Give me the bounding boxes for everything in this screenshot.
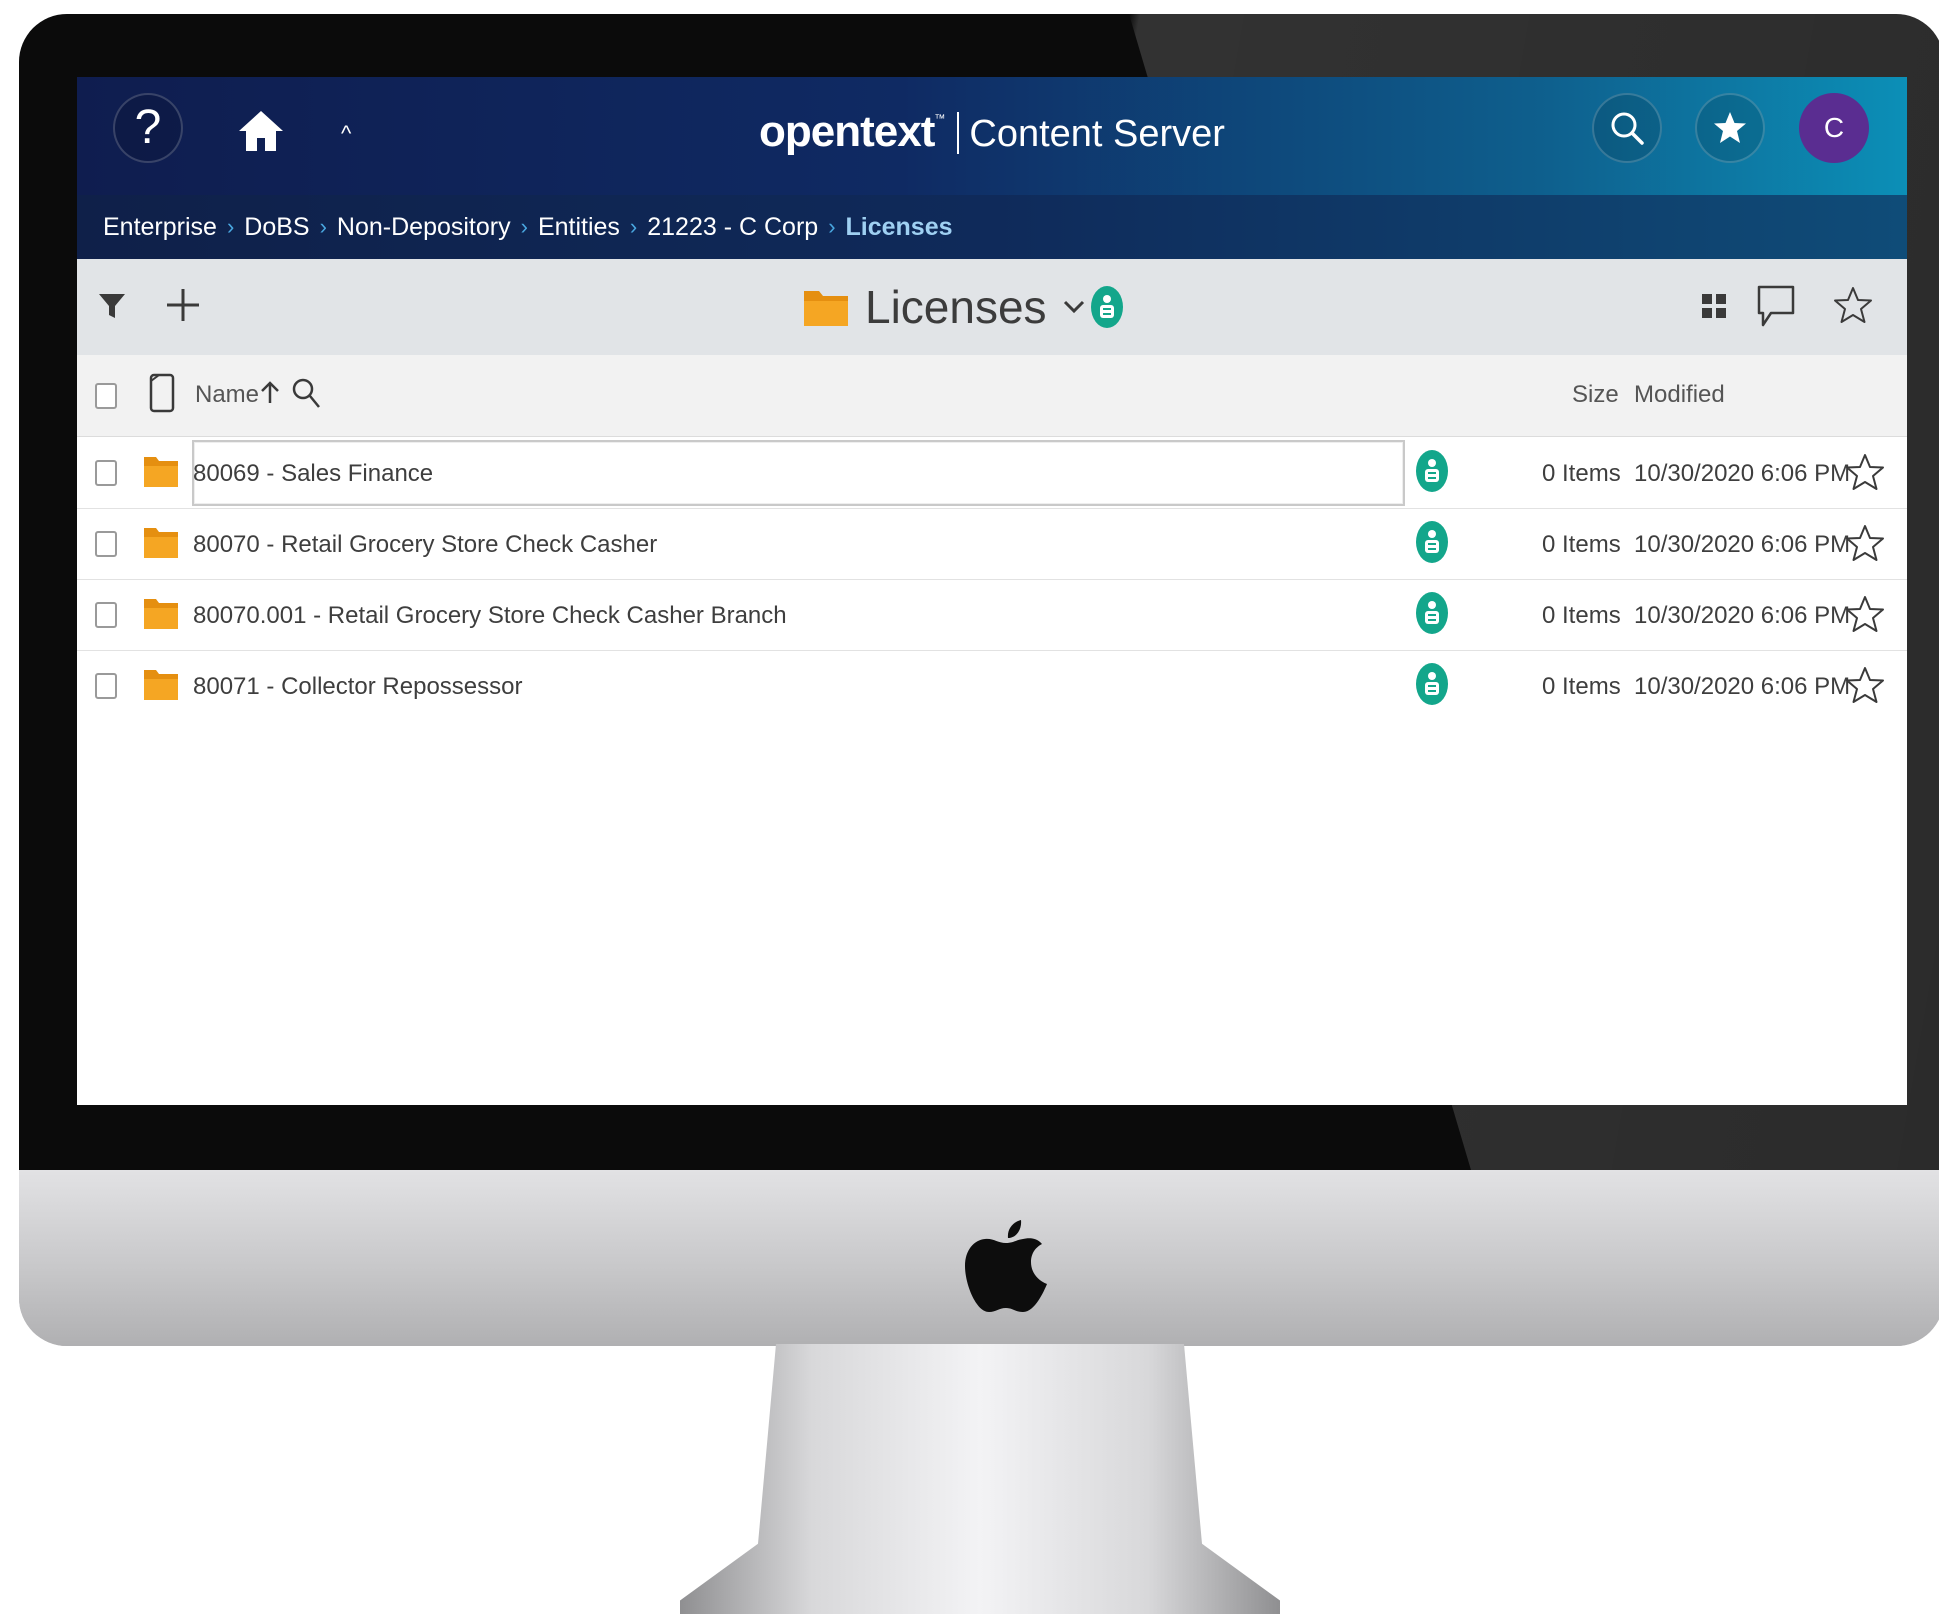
row-checkbox[interactable] [95, 602, 117, 628]
star-icon[interactable] [1845, 594, 1885, 634]
select-all-checkbox[interactable] [95, 383, 117, 409]
breadcrumb-separator-icon: › [629, 214, 638, 239]
product-name: Content Server [969, 113, 1225, 155]
breadcrumb-separator-icon: › [226, 214, 235, 239]
row-size: 0 Items [1542, 531, 1621, 558]
row-modified: 10/30/2020 6:06 PM [1634, 531, 1851, 558]
table-header: Name Size Modified [77, 355, 1907, 437]
folder-toolbar: Licenses [77, 259, 1907, 355]
logo-trademark: ™ [934, 113, 946, 125]
monitor-frame: ? ^ opentext™ Content Server C Enterpris… [19, 14, 1939, 1346]
filter-icon[interactable] [97, 291, 127, 321]
monitor-chin [19, 1170, 1939, 1346]
row-checkbox[interactable] [95, 460, 117, 486]
opentext-logo: opentext [759, 107, 935, 156]
search-button[interactable] [1592, 93, 1662, 163]
app-screen: ? ^ opentext™ Content Server C Enterpris… [77, 77, 1907, 1105]
folder-icon [804, 291, 848, 326]
table-row[interactable]: 80070.001 - Retail Grocery Store Check C… [77, 580, 1907, 651]
star-icon[interactable] [1845, 665, 1885, 705]
comment-icon[interactable] [1755, 283, 1797, 329]
breadcrumb-separator-icon: › [828, 214, 836, 239]
row-modified: 10/30/2020 6:06 PM [1634, 460, 1851, 487]
breadcrumb-separator-icon: › [319, 214, 327, 239]
workspace-badge-icon[interactable] [1090, 286, 1123, 328]
breadcrumb: Enterprise › DoBS › Non-Depository › Ent… [77, 195, 1907, 259]
column-header-name[interactable]: Name [195, 381, 259, 409]
row-modified: 10/30/2020 6:06 PM [1634, 602, 1851, 629]
breadcrumb-item-licenses: Licenses [845, 212, 953, 241]
search-icon[interactable] [291, 377, 321, 409]
star-icon[interactable] [1833, 285, 1873, 325]
breadcrumb-item-enterprise[interactable]: Enterprise [103, 213, 217, 242]
row-name-link[interactable]: 80071 - Collector Repossessor [193, 673, 523, 701]
favorites-button[interactable] [1695, 93, 1765, 163]
row-size: 0 Items [1542, 460, 1621, 487]
row-checkbox[interactable] [95, 673, 117, 699]
chevron-down-icon[interactable] [1063, 300, 1085, 314]
row-name-link[interactable]: 80070.001 - Retail Grocery Store Check C… [193, 602, 787, 630]
folder-icon [144, 528, 178, 558]
workspace-badge-icon[interactable] [1416, 521, 1448, 563]
folder-icon [144, 599, 178, 629]
document-type-icon[interactable] [149, 373, 175, 413]
workspace-badge-icon[interactable] [1416, 663, 1448, 705]
breadcrumb-item-non-depository[interactable]: Non-Depository [337, 213, 511, 242]
workspace-badge-icon[interactable] [1416, 592, 1448, 634]
column-header-size[interactable]: Size [1572, 381, 1619, 409]
app-header: ? ^ opentext™ Content Server C [77, 77, 1907, 195]
table-row[interactable]: 80069 - Sales Finance 0 Items 10/30/2020… [77, 438, 1907, 509]
breadcrumb-item-entities[interactable]: Entities [538, 213, 620, 242]
folder-icon [144, 457, 178, 487]
search-icon [1611, 112, 1644, 145]
sort-ascending-icon[interactable] [259, 379, 281, 405]
row-size: 0 Items [1542, 673, 1621, 700]
row-checkbox[interactable] [95, 531, 117, 557]
user-avatar[interactable]: C [1799, 93, 1869, 163]
star-icon[interactable] [1845, 452, 1885, 492]
grid-view-icon[interactable] [1701, 293, 1727, 319]
row-modified: 10/30/2020 6:06 PM [1634, 673, 1851, 700]
table-row[interactable]: 80070 - Retail Grocery Store Check Cashe… [77, 509, 1907, 580]
breadcrumb-separator-icon: › [520, 214, 528, 239]
brand-divider [957, 112, 960, 154]
row-name-link[interactable]: 80069 - Sales Finance [193, 460, 433, 488]
workspace-badge-icon[interactable] [1416, 450, 1448, 492]
star-icon[interactable] [1845, 523, 1885, 563]
breadcrumb-item-dobs[interactable]: DoBS [244, 213, 309, 242]
row-name-link[interactable]: 80070 - Retail Grocery Store Check Cashe… [193, 531, 657, 559]
folder-title-text: Licenses [865, 281, 1047, 333]
folder-title: Licenses [803, 279, 1123, 335]
column-header-modified[interactable]: Modified [1634, 381, 1725, 409]
row-size: 0 Items [1542, 602, 1621, 629]
star-filled-icon [1714, 112, 1746, 143]
breadcrumb-item-c-corp[interactable]: 21223 - C Corp [647, 213, 818, 242]
add-icon[interactable] [163, 285, 203, 325]
table-row[interactable]: 80071 - Collector Repossessor 0 Items 10… [77, 651, 1907, 722]
folder-icon [144, 670, 178, 700]
apple-logo-icon [965, 1220, 1047, 1312]
monitor-stand [680, 1344, 1280, 1614]
